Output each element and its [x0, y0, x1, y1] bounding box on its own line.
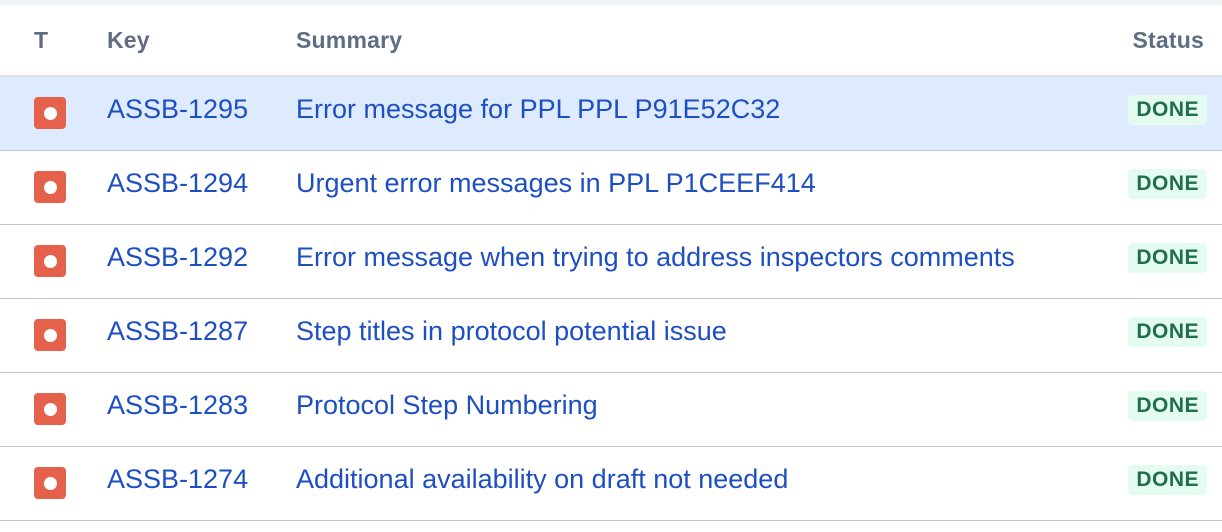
status-badge: DONE	[1128, 243, 1207, 273]
status-badge: DONE	[1128, 317, 1207, 347]
issue-summary-link[interactable]: Additional availability on draft not nee…	[296, 464, 788, 495]
bug-icon	[34, 171, 66, 203]
issue-key-link[interactable]: ASSB-1294	[107, 168, 248, 199]
issue-key-link[interactable]: ASSB-1292	[107, 242, 248, 273]
issue-summary-link[interactable]: Urgent error messages in PPL P1CEEF414	[296, 168, 816, 199]
issue-summary-link[interactable]: Step titles in protocol potential issue	[296, 316, 727, 347]
table-header: T Key Summary Status	[0, 5, 1222, 77]
issues-table: T Key Summary Status ASSB-1295 Error mes…	[0, 5, 1222, 521]
bug-icon	[34, 245, 66, 277]
issue-key-link[interactable]: ASSB-1274	[107, 464, 248, 495]
status-badge: DONE	[1128, 95, 1207, 125]
table-row[interactable]: ASSB-1295 Error message for PPL PPL P91E…	[0, 77, 1222, 151]
issue-key-link[interactable]: ASSB-1283	[107, 390, 248, 421]
issue-summary-link[interactable]: Protocol Step Numbering	[296, 390, 598, 421]
status-badge: DONE	[1128, 391, 1207, 421]
bug-icon	[34, 97, 66, 129]
status-badge: DONE	[1128, 169, 1207, 199]
column-header-type[interactable]: T	[34, 27, 48, 54]
table-row[interactable]: ASSB-1294 Urgent error messages in PPL P…	[0, 151, 1222, 225]
column-header-status[interactable]: Status	[1133, 27, 1205, 54]
table-row[interactable]: ASSB-1292 Error message when trying to a…	[0, 225, 1222, 299]
issue-key-link[interactable]: ASSB-1287	[107, 316, 248, 347]
issue-key-link[interactable]: ASSB-1295	[107, 94, 248, 125]
column-header-key[interactable]: Key	[107, 27, 150, 54]
bug-icon	[34, 393, 66, 425]
table-row[interactable]: ASSB-1283 Protocol Step Numbering DONE	[0, 373, 1222, 447]
status-badge: DONE	[1128, 465, 1207, 495]
bug-icon	[34, 319, 66, 351]
table-row[interactable]: ASSB-1274 Additional availability on dra…	[0, 447, 1222, 521]
bug-icon	[34, 467, 66, 499]
issue-summary-link[interactable]: Error message for PPL PPL P91E52C32	[296, 94, 780, 125]
issue-summary-link[interactable]: Error message when trying to address ins…	[296, 242, 1015, 273]
table-row[interactable]: ASSB-1287 Step titles in protocol potent…	[0, 299, 1222, 373]
column-header-summary[interactable]: Summary	[296, 27, 402, 54]
